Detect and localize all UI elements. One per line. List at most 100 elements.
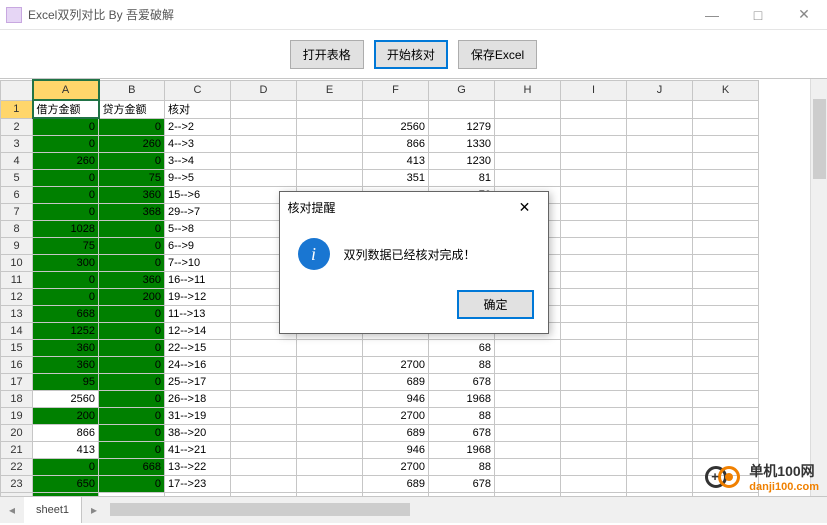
cell[interactable] [693,288,759,305]
cell[interactable] [627,441,693,458]
cell[interactable] [495,118,561,135]
dialog-ok-button[interactable]: 确定 [457,290,533,319]
row-header-3[interactable]: 3 [1,135,33,152]
cell[interactable] [627,220,693,237]
cell-A4[interactable]: 260 [33,152,99,169]
cell[interactable] [561,169,627,186]
cell-F22[interactable]: 2700 [363,458,429,475]
horizontal-scroll-thumb[interactable] [110,503,410,516]
cell[interactable] [693,152,759,169]
cell[interactable] [693,220,759,237]
row-header-4[interactable]: 4 [1,152,33,169]
cell[interactable] [627,288,693,305]
cell[interactable] [693,373,759,390]
cell[interactable] [297,100,363,118]
cell-D2[interactable] [231,118,297,135]
cell[interactable] [693,305,759,322]
cell[interactable] [495,169,561,186]
cell-A15[interactable]: 360 [33,339,99,356]
cell[interactable] [693,271,759,288]
cell[interactable] [693,441,759,458]
row-header-8[interactable]: 8 [1,220,33,237]
cell-C13[interactable]: 11-->13 [165,305,231,322]
cell[interactable] [627,118,693,135]
row-header-18[interactable]: 18 [1,390,33,407]
cell-B9[interactable]: 0 [99,237,165,254]
cell-B22[interactable]: 668 [99,458,165,475]
cell-G2[interactable]: 1279 [429,118,495,135]
cell-D16[interactable] [231,356,297,373]
col-header-J[interactable]: J [627,80,693,100]
cell-A10[interactable]: 300 [33,254,99,271]
row-header-23[interactable]: 23 [1,475,33,492]
cell[interactable] [495,373,561,390]
sheet-tab[interactable]: sheet1 [24,497,82,523]
col-header-G[interactable]: G [429,80,495,100]
cell-B15[interactable]: 0 [99,339,165,356]
cell-C18[interactable]: 26-->18 [165,390,231,407]
cell[interactable] [495,152,561,169]
cell[interactable] [429,100,495,118]
cell-E24[interactable] [297,492,363,496]
cell-E23[interactable] [297,475,363,492]
cell-A14[interactable]: 1252 [33,322,99,339]
cell-G19[interactable]: 88 [429,407,495,424]
cell[interactable] [693,424,759,441]
cell-B21[interactable]: 0 [99,441,165,458]
cell-G17[interactable]: 678 [429,373,495,390]
vertical-scroll-thumb[interactable] [813,99,826,179]
col-header-K[interactable]: K [693,80,759,100]
cell-C1[interactable]: 核对 [165,100,231,118]
cell-A5[interactable]: 0 [33,169,99,186]
cell-E4[interactable] [297,152,363,169]
cell[interactable] [495,424,561,441]
cell-E16[interactable] [297,356,363,373]
cell[interactable] [561,492,627,496]
cell[interactable] [693,407,759,424]
cell-A21[interactable]: 413 [33,441,99,458]
cell-D20[interactable] [231,424,297,441]
cell-B12[interactable]: 200 [99,288,165,305]
cell-F20[interactable]: 689 [363,424,429,441]
cell[interactable] [627,492,693,496]
cell[interactable] [495,407,561,424]
cell-G3[interactable]: 1330 [429,135,495,152]
cell[interactable] [561,390,627,407]
cell-A24[interactable]: 0 [33,492,99,496]
cell[interactable] [561,186,627,203]
cell-D24[interactable] [231,492,297,496]
row-header-2[interactable]: 2 [1,118,33,135]
cell[interactable] [627,305,693,322]
row-header-5[interactable]: 5 [1,169,33,186]
cell-F4[interactable]: 413 [363,152,429,169]
cell-A7[interactable]: 0 [33,203,99,220]
cell-G24[interactable]: 1968 [429,492,495,496]
cell-F17[interactable]: 689 [363,373,429,390]
cell[interactable] [627,339,693,356]
cell-A19[interactable]: 200 [33,407,99,424]
cell[interactable] [627,475,693,492]
cell[interactable] [693,135,759,152]
cell-A17[interactable]: 95 [33,373,99,390]
col-header-B[interactable]: B [99,80,165,100]
col-header-D[interactable]: D [231,80,297,100]
cell[interactable] [561,373,627,390]
cell-E20[interactable] [297,424,363,441]
cell[interactable] [627,186,693,203]
cell[interactable] [561,475,627,492]
row-header-13[interactable]: 13 [1,305,33,322]
cell-E22[interactable] [297,458,363,475]
cell-C11[interactable]: 16-->11 [165,271,231,288]
cell-C3[interactable]: 4-->3 [165,135,231,152]
cell[interactable] [627,100,693,118]
cell-E18[interactable] [297,390,363,407]
cell[interactable] [693,254,759,271]
cell-B16[interactable]: 0 [99,356,165,373]
cell-C2[interactable]: 2-->2 [165,118,231,135]
cell[interactable] [561,254,627,271]
cell[interactable] [693,186,759,203]
cell-B3[interactable]: 260 [99,135,165,152]
row-header-11[interactable]: 11 [1,271,33,288]
cell-E17[interactable] [297,373,363,390]
cell-F15[interactable] [363,339,429,356]
